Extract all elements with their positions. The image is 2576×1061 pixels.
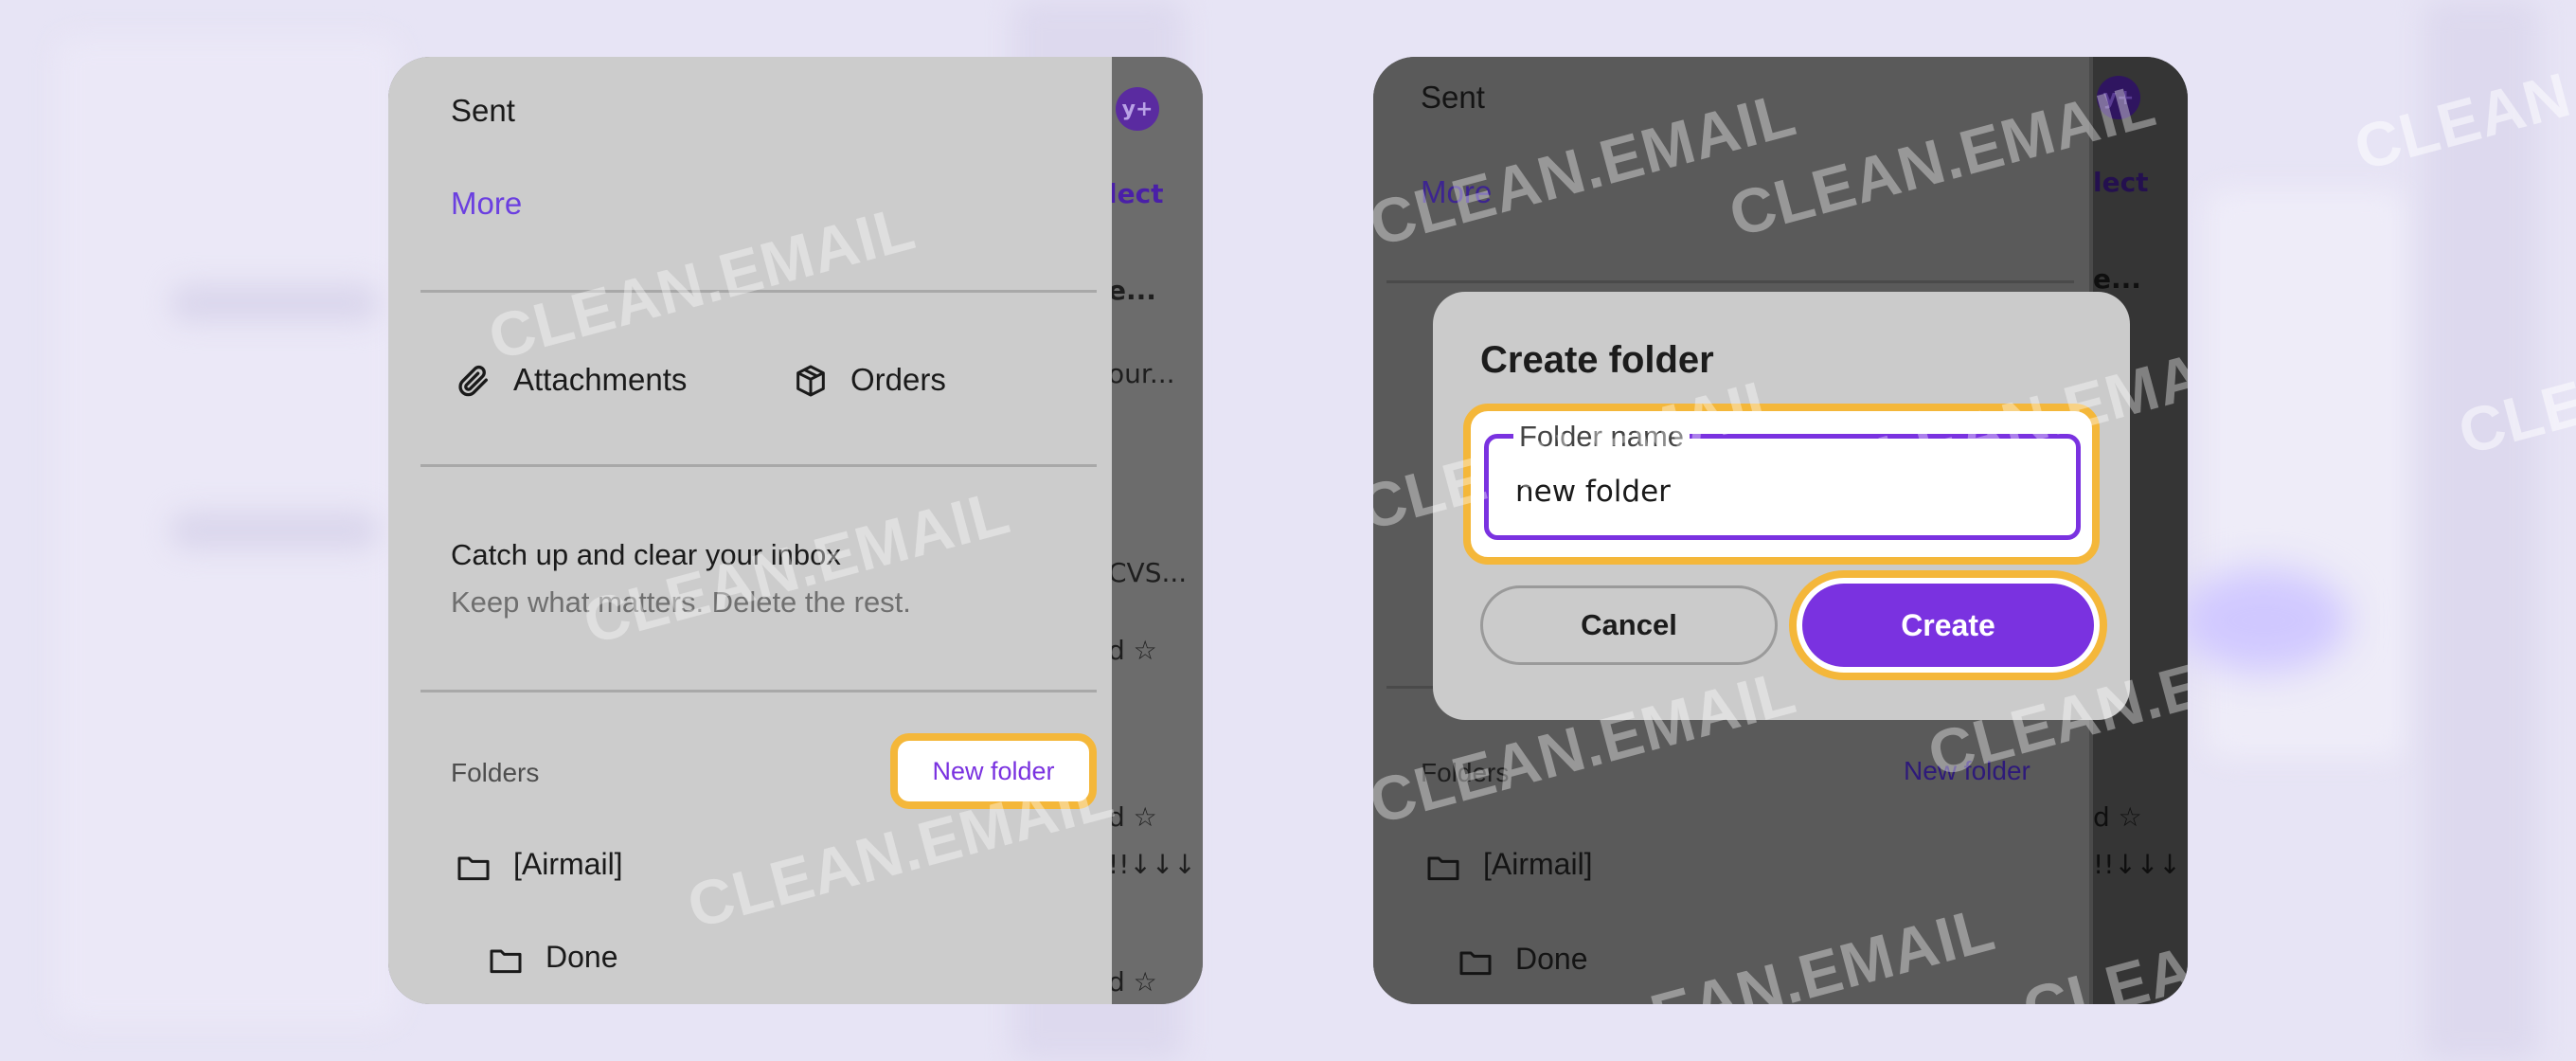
drawer-item-sent[interactable]: Sent bbox=[1421, 80, 1485, 116]
peek-star-row: d ☆ bbox=[1108, 966, 1157, 998]
more-link[interactable]: More bbox=[451, 186, 522, 222]
divider bbox=[420, 290, 1097, 293]
account-avatar[interactable]: y+ bbox=[2097, 76, 2140, 119]
peek-preview: our... bbox=[1108, 358, 1175, 389]
folder-name-label: Folder name bbox=[1513, 420, 1690, 454]
new-folder-button[interactable]: New folder bbox=[1904, 756, 2030, 786]
peek-star-row: d ☆ bbox=[1108, 801, 1157, 833]
account-avatar[interactable]: y+ bbox=[1116, 87, 1159, 131]
create-button-highlight: Create bbox=[1789, 570, 2107, 680]
field-highlight: Folder name new folder bbox=[1463, 404, 2100, 565]
box-icon bbox=[796, 365, 825, 397]
create-folder-dialog: Create folder Folder name new folder Can… bbox=[1433, 292, 2130, 720]
folder-item[interactable]: Done bbox=[1515, 942, 1588, 977]
folders-label: Folders bbox=[1421, 758, 1510, 787]
peek-preview: !!↓↓↓ bbox=[2093, 849, 2181, 880]
folder-name-value[interactable]: new folder bbox=[1515, 475, 1671, 509]
divider bbox=[420, 464, 1097, 467]
folders-label: Folders bbox=[451, 758, 540, 787]
divider bbox=[420, 690, 1097, 692]
peek-preview: CVS... bbox=[1108, 557, 1188, 588]
select-link[interactable]: lect bbox=[1108, 178, 1164, 209]
folder-icon bbox=[1427, 856, 1459, 881]
paperclip-icon bbox=[458, 365, 488, 397]
folder-icon bbox=[1459, 951, 1492, 976]
blurred-background bbox=[0, 0, 2576, 1061]
more-link[interactable]: More bbox=[1421, 174, 1492, 210]
mail-list-peek: y+ lect e... our... CVS... d ☆ d ☆ !!↓↓↓… bbox=[1108, 57, 1203, 1004]
drawer-item-sent[interactable]: Sent bbox=[451, 93, 515, 129]
promo-title[interactable]: Catch up and clear your inbox bbox=[451, 538, 841, 572]
drawer-item-orders[interactable]: Orders bbox=[850, 362, 946, 398]
select-link[interactable]: lect bbox=[2093, 167, 2149, 198]
folder-item[interactable]: [Airmail] bbox=[513, 847, 623, 882]
folder-item[interactable]: Done bbox=[546, 940, 618, 975]
right-screenshot: y+ lect e... d ☆ !!↓↓↓ Sent More Folders… bbox=[1373, 57, 2188, 1004]
divider bbox=[1386, 280, 2074, 283]
folder-icon bbox=[490, 949, 522, 974]
navigation-drawer: Sent More Attachments Orders Catch up an… bbox=[388, 57, 1112, 1004]
dialog-title: Create folder bbox=[1480, 339, 1714, 381]
drawer-item-attachments[interactable]: Attachments bbox=[513, 362, 687, 398]
new-folder-button[interactable]: New folder bbox=[890, 733, 1097, 809]
folder-icon bbox=[457, 856, 490, 881]
peek-subject: e... bbox=[1108, 275, 1156, 306]
cancel-button[interactable]: Cancel bbox=[1480, 585, 1778, 665]
create-button[interactable]: Create bbox=[1802, 584, 2094, 667]
left-screenshot: y+ lect e... our... CVS... d ☆ d ☆ !!↓↓↓… bbox=[388, 57, 1203, 1004]
peek-preview: !!↓↓↓ bbox=[1108, 849, 1196, 880]
promo-subtitle: Keep what matters. Delete the rest. bbox=[451, 585, 911, 619]
peek-star-row: d ☆ bbox=[2093, 801, 2142, 833]
peek-star-row: d ☆ bbox=[1108, 635, 1157, 666]
peek-subject: e... bbox=[2093, 263, 2141, 295]
folder-name-input[interactable]: Folder name new folder bbox=[1484, 420, 2081, 540]
folder-item[interactable]: [Airmail] bbox=[1483, 847, 1593, 882]
